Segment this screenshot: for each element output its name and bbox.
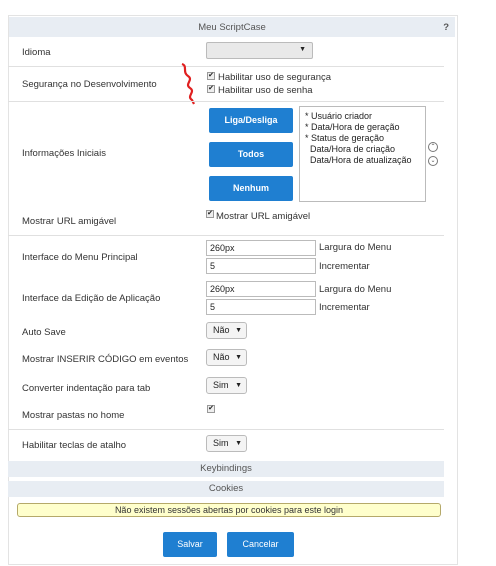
edit-increment-input[interactable]: 5 (206, 299, 316, 315)
list-item[interactable]: * Data/Hora de geração (305, 122, 400, 132)
menu-increment-input[interactable]: 5 (206, 258, 316, 274)
select-all-button[interactable]: Todos (209, 142, 293, 167)
panel-title: Meu ScriptCase (198, 22, 266, 33)
autosave-select[interactable]: Não ▼ (206, 322, 247, 339)
help-icon[interactable]: ? (443, 22, 449, 33)
seguranca-option-label: Habilitar uso de segurança (218, 72, 332, 83)
url-checkbox[interactable]: ✔ (206, 210, 214, 218)
toggle-button[interactable]: Liga/Desliga (209, 108, 293, 133)
url-label: Mostrar URL amigável (22, 216, 117, 227)
senha-option-label: Habilitar uso de senha (218, 85, 313, 96)
indent-label: Converter indentação para tab (22, 383, 151, 394)
info-label: Informações Iniciais (22, 148, 106, 159)
list-item[interactable]: Data/Hora de atualização (310, 155, 412, 165)
move-down-icon[interactable]: ⌄ (428, 156, 438, 166)
pastas-checkbox[interactable]: ✔ (207, 405, 215, 413)
edit-width-label: Largura do Menu (319, 284, 392, 295)
inserir-label: Mostrar INSERIR CÓDIGO em eventos (22, 354, 189, 365)
move-up-icon[interactable]: ⌃ (428, 142, 438, 152)
idioma-label: Idioma (22, 47, 51, 58)
menu-width-input[interactable]: 260px (206, 240, 316, 256)
chevron-down-icon: ▼ (299, 46, 306, 53)
divider (8, 101, 444, 102)
url-option-label: Mostrar URL amigável (216, 211, 311, 222)
chevron-down-icon: ▼ (235, 327, 242, 334)
atalho-select[interactable]: Sim ▼ (206, 435, 247, 452)
edit-width-input[interactable]: 260px (206, 281, 316, 297)
edit-increment-label: Incrementar (319, 302, 370, 313)
cookies-section[interactable]: Cookies (8, 481, 444, 497)
menu-interface-label: Interface do Menu Principal (22, 252, 138, 263)
list-item[interactable]: Data/Hora de criação (310, 144, 395, 154)
seguranca-label: Segurança no Desenvolvimento (22, 79, 157, 90)
divider (8, 235, 444, 236)
indent-select[interactable]: Sim ▼ (206, 377, 247, 394)
keybindings-section[interactable]: Keybindings (8, 461, 444, 477)
save-button[interactable]: Salvar (163, 532, 217, 557)
menu-width-label: Largura do Menu (319, 242, 392, 253)
indent-value: Sim (213, 380, 229, 390)
divider (8, 66, 444, 67)
chevron-down-icon: ▼ (235, 354, 242, 361)
divider (8, 429, 444, 430)
panel-titlebar: Meu ScriptCase ? (9, 17, 455, 37)
chevron-down-icon: ▼ (235, 382, 242, 389)
cookies-notice: Não existem sessões abertas por cookies … (17, 503, 441, 517)
inserir-select[interactable]: Não ▼ (206, 349, 247, 366)
atalho-value: Sim (213, 438, 229, 448)
autosave-value: Não (213, 325, 230, 335)
atalho-label: Habilitar teclas de atalho (22, 440, 127, 451)
menu-increment-label: Incrementar (319, 261, 370, 272)
list-item[interactable]: * Status de geração (305, 133, 384, 143)
select-none-button[interactable]: Nenhum (209, 176, 293, 201)
annotation-squiggle (181, 62, 195, 105)
list-item[interactable]: * Usuário criador (305, 111, 372, 121)
idioma-select[interactable]: ▼ (206, 42, 313, 59)
autosave-label: Auto Save (22, 327, 66, 338)
senha-checkbox[interactable]: ✔ (207, 85, 215, 93)
inserir-value: Não (213, 352, 230, 362)
pastas-label: Mostrar pastas no home (22, 410, 125, 421)
edit-interface-label: Interface da Edição de Aplicação (22, 293, 161, 304)
cancel-button[interactable]: Cancelar (227, 532, 294, 557)
chevron-down-icon: ▼ (235, 440, 242, 447)
seguranca-checkbox[interactable]: ✔ (207, 72, 215, 80)
info-listbox[interactable]: * Usuário criador * Data/Hora de geração… (299, 106, 426, 202)
